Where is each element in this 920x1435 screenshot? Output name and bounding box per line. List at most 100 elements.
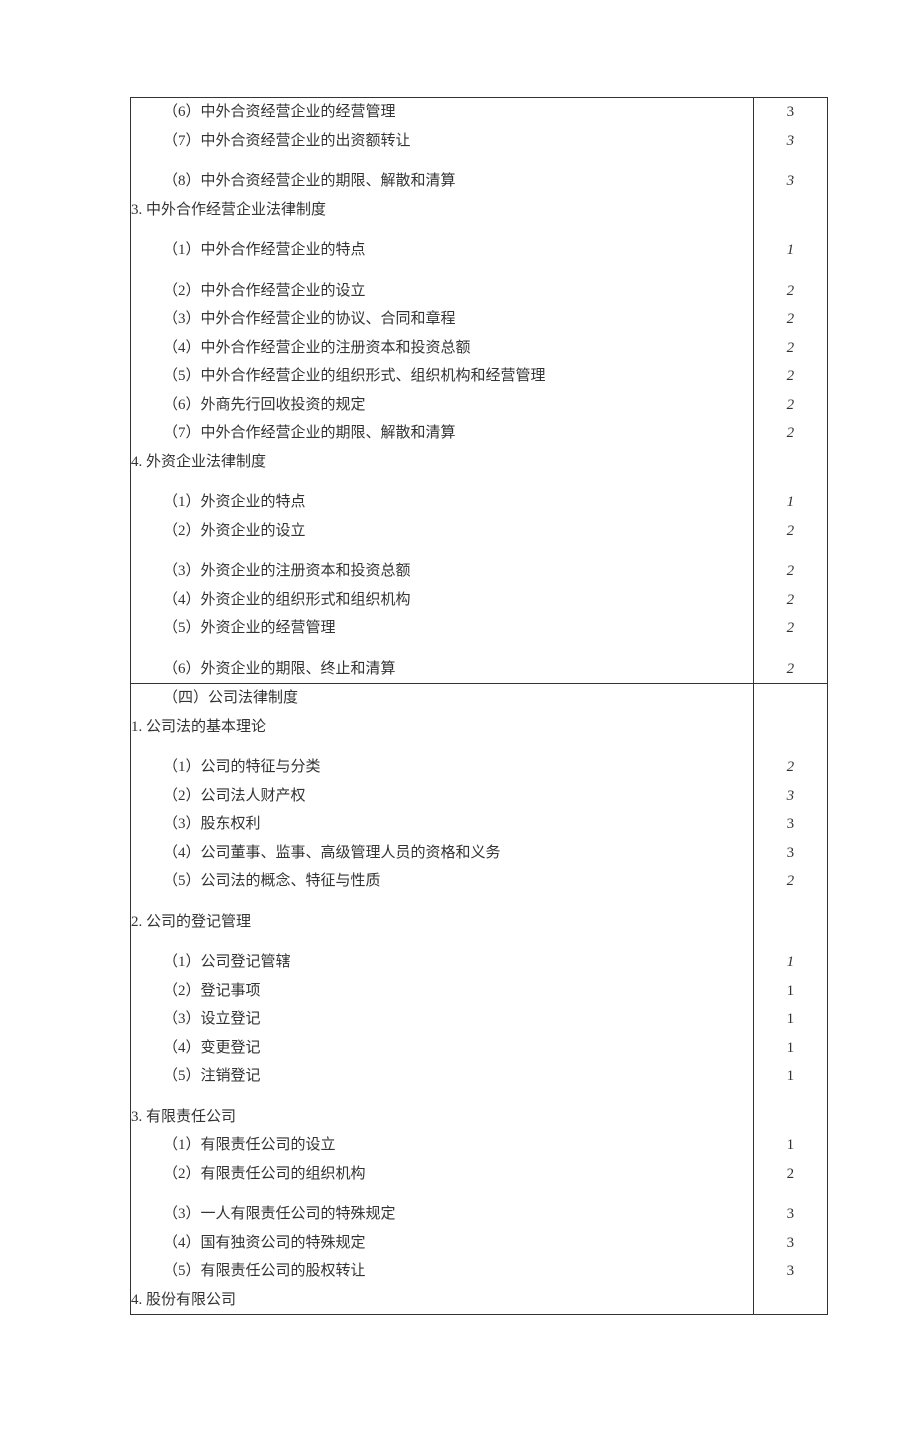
outline-item: 2. 公司的登记管理 <box>131 908 753 937</box>
outline-item-text: （4）外资企业的组织形式和组织机构 <box>163 586 411 615</box>
section-2-left: （四）公司法律制度1. 公司法的基本理论 （1）公司的特征与分类（2）公司法人财… <box>131 684 754 1315</box>
outline-item: （6）外商先行回收投资的规定 <box>131 391 753 420</box>
outline-item: （3）一人有限责任公司的特殊规定 <box>131 1200 753 1229</box>
outline-item-text: （3）股东权利 <box>163 810 261 839</box>
outline-item: （5）中外合作经营企业的组织形式、组织机构和经营管理 <box>131 362 753 391</box>
outline-item: （1）公司的特征与分类 <box>131 753 753 782</box>
outline-item: （7）中外合资经营企业的出资额转让 <box>131 127 753 156</box>
outline-item-text: （4）中外合作经营企业的注册资本和投资总额 <box>163 334 471 363</box>
outline-item <box>131 224 753 236</box>
outline-item-value: 3 <box>754 810 827 839</box>
outline-item-value: 2 <box>754 586 827 615</box>
outline-item <box>131 545 753 557</box>
outline-item <box>131 896 753 908</box>
outline-item-value: 2 <box>754 1160 827 1189</box>
outline-item-text: （5）外资企业的经营管理 <box>163 614 336 643</box>
outline-item-value: 3 <box>754 1257 827 1286</box>
outline-item-text: （1）公司登记管辖 <box>163 948 291 977</box>
outline-item-text: （1）中外合作经营企业的特点 <box>163 236 366 265</box>
outline-item-value: 2 <box>754 655 827 684</box>
outline-item-value <box>754 908 827 937</box>
outline-item-value <box>754 196 827 225</box>
outline-item: 1. 公司法的基本理论 <box>131 713 753 742</box>
outline-item: （6）外资企业的期限、终止和清算 <box>131 655 753 684</box>
outline-item-value <box>754 713 827 742</box>
outline-item-value: 3 <box>754 127 827 156</box>
outline-item-value <box>754 741 827 753</box>
outline-item-value: 3 <box>754 1200 827 1229</box>
outline-item: （2）公司法人财产权 <box>131 782 753 811</box>
outline-item-value: 2 <box>754 362 827 391</box>
outline-item <box>131 476 753 488</box>
outline-item-text: （4）变更登记 <box>163 1034 261 1063</box>
outline-item-text: 2. 公司的登记管理 <box>131 908 251 937</box>
outline-item: （2）有限责任公司的组织机构 <box>131 1160 753 1189</box>
section-2-right: 23332 11111 12 333 <box>753 684 827 1315</box>
outline-item-value <box>754 265 827 277</box>
outline-item-value: 1 <box>754 977 827 1006</box>
outline-item-value: 1 <box>754 1062 827 1091</box>
outline-item-text: 3. 有限责任公司 <box>131 1103 236 1132</box>
outline-item: （2）中外合作经营企业的设立 <box>131 277 753 306</box>
outline-item-value: 1 <box>754 488 827 517</box>
outline-item: （4）外资企业的组织形式和组织机构 <box>131 586 753 615</box>
outline-item: （1）外资企业的特点 <box>131 488 753 517</box>
outline-item-text: 4. 外资企业法律制度 <box>131 448 266 477</box>
outline-item-text: （1）外资企业的特点 <box>163 488 306 517</box>
outline-item: （2）外资企业的设立 <box>131 517 753 546</box>
outline-item-value <box>754 684 827 713</box>
outline-item <box>131 265 753 277</box>
outline-item: 3. 有限责任公司 <box>131 1103 753 1132</box>
outline-item-text: （2）有限责任公司的组织机构 <box>163 1160 366 1189</box>
outline-item: （5）有限责任公司的股权转让 <box>131 1257 753 1286</box>
outline-item-value: 1 <box>754 1034 827 1063</box>
outline-item-text: （5）注销登记 <box>163 1062 261 1091</box>
outline-item-value <box>754 1188 827 1200</box>
outline-item-value: 3 <box>754 782 827 811</box>
outline-item-value <box>754 936 827 948</box>
outline-item <box>131 1188 753 1200</box>
outline-item: （6）中外合资经营企业的经营管理 <box>131 98 753 127</box>
outline-item-value: 2 <box>754 753 827 782</box>
outline-item-value <box>754 155 827 167</box>
outline-item: （5）注销登记 <box>131 1062 753 1091</box>
outline-item-value: 2 <box>754 557 827 586</box>
outline-item: 3. 中外合作经营企业法律制度 <box>131 196 753 225</box>
outline-item-text: 1. 公司法的基本理论 <box>131 713 266 742</box>
outline-item-text: （3）一人有限责任公司的特殊规定 <box>163 1200 396 1229</box>
outline-item-text: （7）中外合作经营企业的期限、解散和清算 <box>163 419 456 448</box>
outline-item: （4）国有独资公司的特殊规定 <box>131 1229 753 1258</box>
outline-item-value <box>754 643 827 655</box>
outline-item: 4. 股份有限公司 <box>131 1286 753 1315</box>
outline-item-value: 3 <box>754 167 827 196</box>
section-1-right: 33 3 1 222222 12 222 2 <box>753 98 827 684</box>
outline-item <box>131 643 753 655</box>
outline-item-value: 3 <box>754 98 827 127</box>
outline-item-text: （3）中外合作经营企业的协议、合同和章程 <box>163 305 456 334</box>
outline-item <box>131 741 753 753</box>
outline-item-text: 4. 股份有限公司 <box>131 1286 236 1315</box>
outline-item-text: （5）有限责任公司的股权转让 <box>163 1257 366 1286</box>
section-2-row: （四）公司法律制度1. 公司法的基本理论 （1）公司的特征与分类（2）公司法人财… <box>131 684 828 1315</box>
document-page: （6）中外合资经营企业的经营管理（7）中外合资经营企业的出资额转让 （8）中外合… <box>0 0 920 1435</box>
outline-item: （3）外资企业的注册资本和投资总额 <box>131 557 753 586</box>
outline-item-value: 1 <box>754 948 827 977</box>
outline-item: （四）公司法律制度 <box>131 684 753 713</box>
outline-item-value <box>754 896 827 908</box>
outline-item-value <box>754 224 827 236</box>
outline-item-value <box>754 1286 827 1315</box>
outline-item-text: （6）中外合资经营企业的经营管理 <box>163 98 396 127</box>
outline-item: （3）股东权利 <box>131 810 753 839</box>
outline-item: （1）中外合作经营企业的特点 <box>131 236 753 265</box>
outline-item-text: （3）外资企业的注册资本和投资总额 <box>163 557 411 586</box>
outline-item-value: 2 <box>754 517 827 546</box>
outline-item-value: 2 <box>754 614 827 643</box>
outline-item-value: 1 <box>754 1131 827 1160</box>
outline-item-text: （3）设立登记 <box>163 1005 261 1034</box>
outline-item-value: 2 <box>754 867 827 896</box>
outline-item-text: （2）中外合作经营企业的设立 <box>163 277 366 306</box>
outline-item-value <box>754 1103 827 1132</box>
outline-item: （4）变更登记 <box>131 1034 753 1063</box>
outline-item-text: （6）外资企业的期限、终止和清算 <box>163 655 396 684</box>
outline-item: （7）中外合作经营企业的期限、解散和清算 <box>131 419 753 448</box>
